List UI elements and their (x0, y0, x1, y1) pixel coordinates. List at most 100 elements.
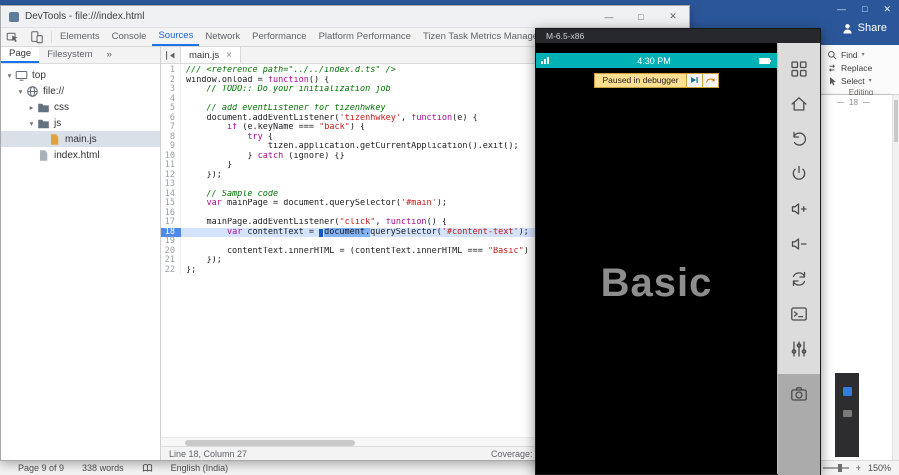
camera-icon (789, 384, 809, 404)
desktop: — □ ✕ Share Find ▾ (0, 0, 899, 475)
close-tab-icon[interactable]: × (226, 50, 232, 61)
emulator-window: M-6.5-x86 4:30 PM Paused in debugger (535, 28, 821, 475)
tab-page[interactable]: Page (1, 47, 39, 63)
chevron-down-icon: ▾ (862, 51, 865, 58)
emulator-button-sliders[interactable] (789, 339, 809, 359)
devtools-minimize-button[interactable]: — (593, 6, 625, 27)
chevron-down-icon: ▾ (869, 77, 872, 84)
tree-item-top[interactable]: ▾top (1, 67, 160, 83)
tab-filesystem[interactable]: Filesystem (39, 47, 100, 63)
paused-label: Paused in debugger (594, 73, 686, 88)
emulator-button-shell[interactable] (789, 304, 809, 324)
toggle-navigator-button[interactable] (161, 47, 181, 63)
proofing-book-icon[interactable] (142, 463, 153, 473)
toolbar-divider (51, 31, 52, 43)
devtools-window-controls: — □ ✕ (593, 6, 689, 27)
devtools-tab-platform-performance[interactable]: Platform Performance (313, 28, 417, 46)
page-count-indicator[interactable]: Page 9 of 9 (18, 463, 64, 473)
select-label: Select (841, 76, 865, 86)
emulator-button-volume-up[interactable] (789, 199, 809, 219)
zoom-in-button[interactable]: + (856, 463, 861, 473)
tree-item-file[interactable]: ▾file:// (1, 83, 160, 99)
word-ruler: 18 (815, 97, 892, 108)
frame-icon (15, 69, 28, 82)
zoom-slider-knob[interactable] (838, 464, 842, 472)
tree-item-js[interactable]: ▾js (1, 115, 160, 131)
devtools-tab-elements[interactable]: Elements (54, 28, 106, 46)
devtools-maximize-button[interactable]: □ (625, 6, 657, 27)
more-tabs-button[interactable]: » (103, 47, 116, 63)
emulator-button-camera[interactable] (789, 384, 809, 404)
tree-item-index-html[interactable]: index.html (1, 147, 160, 163)
tree-item-css[interactable]: ▸ css (1, 99, 160, 115)
word-maximize-button[interactable]: □ (862, 4, 867, 15)
tree-item-label: css (54, 102, 69, 113)
folder-icon (37, 117, 50, 130)
device-toolbar-button[interactable] (25, 28, 49, 46)
zoom-slider[interactable] (823, 467, 849, 469)
find-button[interactable]: Find ▾ (827, 48, 895, 61)
word-scrollbar[interactable] (892, 95, 899, 460)
word-page: 18 (815, 95, 892, 460)
emulator-body: 4:30 PM Paused in debugger (536, 43, 820, 474)
embedded-image-gray-icon (843, 410, 852, 417)
word-count-indicator[interactable]: 338 words (82, 463, 124, 473)
word-close-button[interactable]: ✕ (883, 4, 891, 15)
device-statusbar: 4:30 PM (536, 53, 777, 68)
rotate-icon (789, 269, 809, 289)
paused-caret-icon (319, 229, 323, 237)
expand-arrow-icon: ▾ (5, 71, 14, 80)
tree-item-label: main.js (65, 134, 97, 145)
word-scrollbar-thumb[interactable] (894, 100, 898, 142)
devtools-app-icon (9, 12, 19, 22)
replace-icon (827, 63, 837, 73)
clock-label: 4:30 PM (549, 56, 759, 66)
language-indicator[interactable]: English (India) (171, 463, 229, 473)
word-status-zoom: + 150% (823, 463, 899, 473)
sliders-icon (789, 339, 809, 359)
grid-icon (789, 59, 809, 79)
step-over-button[interactable] (703, 73, 719, 88)
volume-down-icon (789, 234, 809, 254)
line-number[interactable]: 22 (161, 266, 181, 276)
emulator-button-back[interactable] (789, 129, 809, 149)
expand-arrow-icon: ▾ (16, 87, 25, 96)
zoom-level-button[interactable]: 150% (868, 463, 891, 473)
devtools-window-title: DevTools - file:///index.html (25, 11, 145, 22)
emulator-button-home[interactable] (789, 94, 809, 114)
devtools-tabs: ElementsConsoleSourcesNetworkPerformance… (54, 28, 594, 46)
folder-icon (37, 101, 50, 114)
expand-arrow-icon: ▸ (27, 103, 36, 112)
paused-in-debugger-banner: Paused in debugger (536, 68, 777, 92)
tree-item-main-js[interactable]: main.js (1, 131, 160, 147)
emulator-button-power[interactable] (789, 164, 809, 184)
emulator-titlebar: M-6.5-x86 (536, 29, 820, 43)
emulator-button-grid[interactable] (789, 59, 809, 79)
emulator-window-title: M-6.5-x86 (546, 31, 584, 41)
scrollbar-thumb[interactable] (185, 440, 355, 446)
word-minimize-button[interactable]: — (837, 4, 846, 15)
inspect-element-button[interactable] (1, 28, 25, 46)
devtools-close-button[interactable]: ✕ (657, 6, 689, 27)
emulator-control-panel (777, 43, 820, 474)
select-button[interactable]: Select ▾ (827, 74, 895, 87)
replace-button[interactable]: Replace (827, 61, 895, 74)
devtools-tab-sources[interactable]: Sources (152, 28, 199, 46)
find-label: Find (841, 50, 858, 60)
shell-icon (789, 304, 809, 324)
emulator-button-volume-down[interactable] (789, 234, 809, 254)
devtools-tab-tizen-task-metrics-manager[interactable]: Tizen Task Metrics Manager (417, 28, 547, 46)
select-cursor-icon (827, 76, 837, 86)
back-icon (789, 129, 809, 149)
devtools-tab-network[interactable]: Network (199, 28, 246, 46)
file-tree: ▾top▾file:// ▸ css ▾js main.js index.html (1, 64, 160, 460)
editor-tab-main-js[interactable]: main.js × (181, 47, 241, 63)
editor-tab-label: main.js (189, 50, 219, 61)
content-text-label: Basic (601, 261, 713, 306)
emulator-button-rotate[interactable] (789, 269, 809, 289)
devtools-tab-console[interactable]: Console (106, 28, 153, 46)
home-icon (789, 94, 809, 114)
share-button[interactable]: Share (842, 22, 887, 34)
devtools-tab-performance[interactable]: Performance (246, 28, 312, 46)
resume-script-button[interactable] (687, 73, 703, 88)
